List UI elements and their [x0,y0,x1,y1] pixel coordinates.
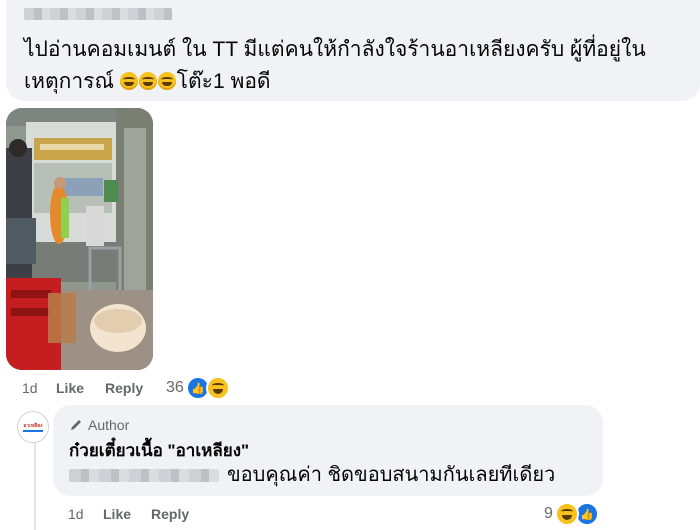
comment-text: ไปอ่านคอมเมนต์ ใน TT มีแต่คนให้กำลังใจร้… [24,38,646,93]
reply-reaction-count: 9 [544,505,553,522]
reply-button[interactable]: Reply [105,380,143,396]
pencil-icon [71,420,81,430]
comment-photo[interactable] [6,108,153,370]
comment-bubble: ไปอ่านคอมเมนต์ ใน TT มีแต่คนให้กำลังใจร้… [6,0,700,101]
reply-like-button[interactable]: Like [103,506,131,522]
street-scene-image [6,108,153,370]
avatar-logo-text: อาเหลียง [23,422,43,429]
laughing-emoji-icon [119,72,138,90]
blurred-commenter-name[interactable] [24,8,172,20]
page-name[interactable]: ก๋วยเตี๋ยวเนื้อ "อาเหลียง" [69,437,249,464]
haha-reaction-icon [554,502,579,526]
page-avatar[interactable]: อาเหลียง [17,411,49,443]
blurred-tagged-name[interactable] [69,468,219,482]
reaction-count: 36 [166,379,184,396]
reply-time[interactable]: 1d [68,506,84,522]
comment-time[interactable]: 1d [22,380,38,396]
thread-line [34,440,36,530]
haha-reaction-icon [205,376,230,400]
reply-reaction-summary[interactable]: 9 👍 [544,502,599,526]
reply-reply-button[interactable]: Reply [151,506,189,522]
laughing-emoji-icon [138,72,157,90]
author-badge: Author [69,417,129,433]
reaction-summary[interactable]: 36 👍 [166,376,230,400]
reply-text: ขอบคุณค่า ชิดขอบสนามกันเลยทีเดียว [69,461,555,489]
like-button[interactable]: Like [56,380,84,396]
laughing-emoji-icon [157,72,176,90]
reply-bubble: Author ก๋วยเตี๋ยวเนื้อ "อาเหลียง" ขอบคุณ… [53,405,603,496]
